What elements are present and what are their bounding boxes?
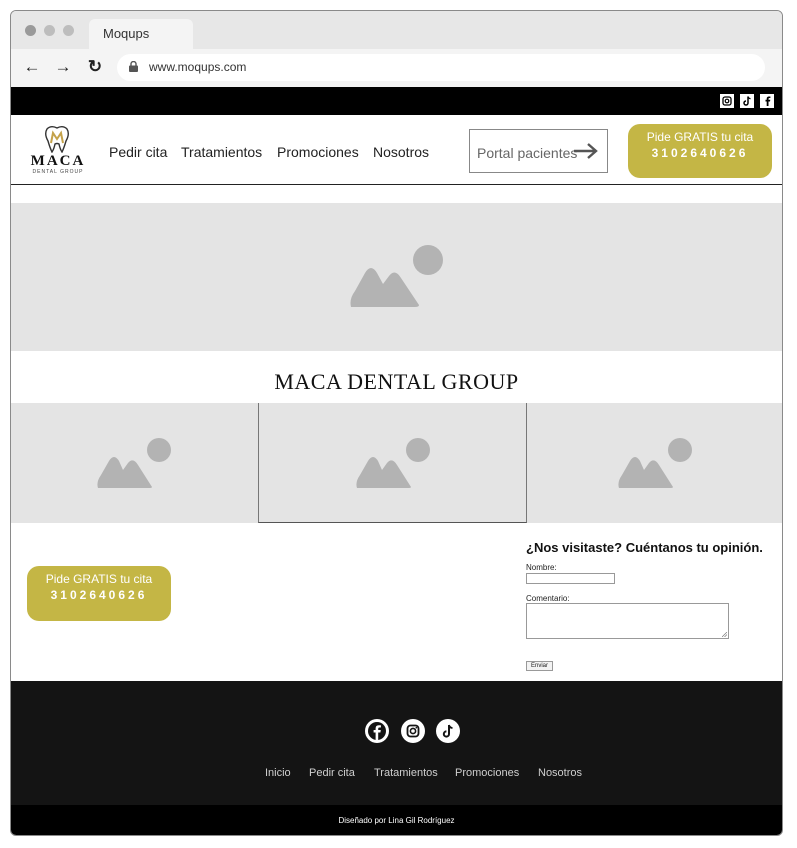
- name-input[interactable]: [526, 573, 615, 584]
- nav-promociones[interactable]: Promociones: [277, 144, 359, 160]
- nav-pedir-cita[interactable]: Pedir cita: [109, 144, 167, 160]
- url-text: www.moqups.com: [149, 60, 247, 74]
- logo-text: MACA: [30, 153, 86, 169]
- arrow-right-icon: [574, 143, 598, 159]
- footer-link-pedir-cita[interactable]: Pedir cita: [309, 767, 355, 779]
- nav-nosotros[interactable]: Nosotros: [373, 144, 429, 160]
- browser-tab[interactable]: Moqups: [89, 19, 193, 49]
- name-label: Nombre:: [526, 563, 557, 572]
- cta-phone: 3102640626: [50, 588, 148, 602]
- header-cta-button[interactable]: Pide GRATIS tu cita 3102640626: [628, 124, 772, 178]
- feedback-form-title: ¿Nos visitaste? Cuéntanos tu opinión.: [526, 540, 763, 555]
- logo-subtitle: DENTAL GROUP: [32, 169, 84, 175]
- tiktok-icon[interactable]: [436, 719, 460, 743]
- cta-phone: 3102640626: [651, 146, 749, 160]
- gallery-image-placeholder: [527, 403, 782, 523]
- window-maximize-dot[interactable]: [63, 25, 74, 36]
- resize-handle-icon[interactable]: [722, 632, 727, 637]
- instagram-icon[interactable]: [720, 94, 734, 108]
- tab-bar: Moqups: [11, 11, 782, 49]
- submit-button[interactable]: Enviar: [526, 661, 553, 671]
- gallery-image-placeholder: [11, 403, 258, 523]
- image-placeholder-icon: [618, 438, 692, 488]
- comment-label: Comentario:: [526, 594, 570, 603]
- footer-link-promociones[interactable]: Promociones: [455, 767, 519, 779]
- url-field[interactable]: www.moqups.com: [117, 54, 765, 81]
- logo[interactable]: MACA DENTAL GROUP: [29, 125, 87, 175]
- cta-label: Pide GRATIS tu cita: [45, 572, 153, 586]
- lock-icon: [129, 61, 138, 72]
- forward-arrow-icon[interactable]: →: [52, 56, 74, 78]
- facebook-icon[interactable]: [365, 719, 389, 743]
- instagram-icon[interactable]: [401, 719, 425, 743]
- reload-icon[interactable]: ↻: [84, 56, 106, 78]
- portal-pacientes-button[interactable]: Portal pacientes: [469, 129, 608, 173]
- page-title: MACA DENTAL GROUP: [274, 369, 519, 394]
- site-header: MACA DENTAL GROUP Pedir cita Tratamiento…: [11, 115, 782, 185]
- hero-image-placeholder: [11, 203, 782, 351]
- image-placeholder-icon: [350, 245, 443, 307]
- browser-window: Moqups ← → ↻ www.moqups.com MACA DENTAL …: [10, 10, 783, 836]
- window-close-dot[interactable]: [25, 25, 36, 36]
- top-social-bar: [11, 87, 782, 115]
- tiktok-icon[interactable]: [740, 94, 754, 108]
- image-placeholder-icon: [356, 438, 430, 488]
- footer-link-inicio[interactable]: Inicio: [265, 767, 291, 779]
- footer-link-nosotros[interactable]: Nosotros: [538, 767, 582, 779]
- main-cta-button[interactable]: Pide GRATIS tu cita 3102640626: [27, 566, 171, 621]
- back-arrow-icon[interactable]: ←: [21, 56, 43, 78]
- portal-label: Portal pacientes: [477, 145, 578, 161]
- image-placeholder-icon: [97, 438, 171, 488]
- footer-link-tratamientos[interactable]: Tratamientos: [374, 767, 438, 779]
- nav-tratamientos[interactable]: Tratamientos: [181, 144, 262, 160]
- address-bar: ← → ↻ www.moqups.com: [11, 49, 782, 87]
- comment-textarea[interactable]: [526, 603, 729, 639]
- footer-credit: Diseñado por Lina Gil Rodríguez: [11, 805, 782, 835]
- window-minimize-dot[interactable]: [44, 25, 55, 36]
- web-page: MACA DENTAL GROUP Pedir cita Tratamiento…: [11, 87, 782, 835]
- gallery-image-placeholder: [258, 403, 527, 523]
- cta-label: Pide GRATIS tu cita: [646, 130, 754, 144]
- tooth-logo-icon: [45, 126, 69, 153]
- site-footer: Inicio Pedir cita Tratamientos Promocion…: [11, 681, 782, 805]
- facebook-icon[interactable]: [760, 94, 774, 108]
